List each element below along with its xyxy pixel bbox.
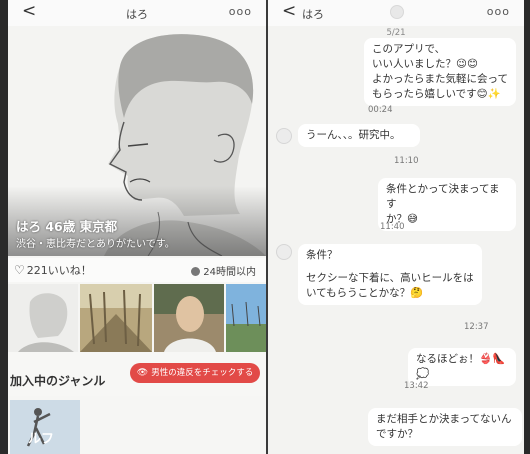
message-timestamp: 12:37: [464, 322, 489, 332]
chat-screen: < はろ ooo 5/21 このアプリで、 いい人いました？😉😊 よかったらまた…: [268, 0, 524, 454]
more-dots-icon[interactable]: ooo: [229, 5, 252, 18]
photo-thumbnails: [8, 284, 266, 352]
genre-label: ルフ: [28, 432, 55, 447]
message-line: うーん、、。研究中。: [306, 129, 401, 141]
thumbnail-sketch[interactable]: [8, 284, 78, 352]
more-dots-icon[interactable]: ooo: [487, 5, 510, 18]
thumbnail-image: [226, 284, 266, 352]
chat-date: 5/21: [386, 28, 406, 38]
genre-section-title: 加入中のジャンル: [10, 374, 106, 388]
profile-stats: ♡ 221いいね！ 24時間以内: [8, 258, 266, 282]
thumbnail-image: [80, 284, 152, 352]
status-dot-icon: [191, 267, 201, 276]
heart-icon: ♡: [14, 263, 25, 277]
message-bubble-sent[interactable]: このアプリで、 いい人いました？😉😊 よかったらまた気軽に会って もらったら嬉し…: [364, 38, 516, 106]
check-violations-button[interactable]: 👁 男性の違反をチェックする: [130, 363, 260, 383]
message-line: まだ相手とか決まってないん: [376, 413, 512, 425]
message-line: このアプリで、: [372, 43, 446, 55]
online-status: 24時間以内: [191, 263, 256, 278]
thumbnail-image: [8, 284, 78, 352]
likes-count: ♡ 221いいね！: [14, 262, 92, 278]
avatar[interactable]: [276, 244, 292, 260]
message-line: なるほどぉ！👙👠💭: [416, 353, 506, 380]
nav-title: はろ: [302, 8, 324, 21]
thumbnail-portrait[interactable]: [154, 284, 224, 352]
message-line: 条件とかって決まってます: [386, 183, 500, 210]
online-label: 24時間以内: [203, 267, 256, 278]
phone-bezel-left: [0, 0, 8, 454]
message-line-blank: [306, 263, 474, 271]
message-timestamp: 11:10: [394, 156, 419, 166]
message-bubble-received[interactable]: 条件？ セクシーな下着に、高いヒールをは いてもらうことかな？🤔: [298, 244, 482, 305]
message-bubble-received[interactable]: うーん、、。研究中。: [298, 124, 420, 147]
likes-label: 221いいね！: [26, 264, 92, 277]
message-line: 条件？: [306, 249, 338, 261]
eye-icon: 👁: [136, 368, 149, 378]
check-button-label: 男性の違反をチェックする: [151, 368, 254, 378]
message-timestamp: 11:40: [380, 222, 405, 232]
message-line: よかったらまた気軽に会って: [372, 73, 508, 85]
thumbnail-street[interactable]: [80, 284, 152, 352]
message-timestamp: 00:24: [368, 105, 393, 115]
profile-name-age-location: はろ 46歳 東京都: [16, 219, 118, 234]
avatar[interactable]: [276, 128, 292, 144]
thumbnail-image: [154, 284, 224, 352]
phone-bezel-right: [524, 0, 530, 454]
genre-section: 加入中のジャンル 👁 男性の違反をチェックする: [8, 352, 266, 396]
avatar[interactable]: [390, 5, 404, 19]
thumbnail-field[interactable]: [226, 284, 266, 352]
message-line: もらったら嬉しいです😊✨: [372, 88, 501, 100]
message-timestamp: 13:42: [404, 381, 429, 391]
back-icon[interactable]: <: [282, 1, 296, 21]
profile-bio: 渋谷・恵比寿だとありがたいです。: [16, 239, 175, 250]
profile-screen: < はろ ooo はろ 46歳 東京都 渋谷・恵比寿だとありがたいです。 ♡ 22…: [8, 0, 266, 454]
message-line: いい人いました？😉😊: [372, 58, 478, 70]
message-bubble-received[interactable]: まだ相手とか決まってないん ですか？: [368, 408, 522, 446]
genre-tile-golf[interactable]: ルフ: [10, 400, 80, 454]
chat-navbar: < はろ ooo: [268, 0, 524, 26]
profile-navbar: < はろ ooo: [8, 0, 266, 26]
message-line: いてもらうことかな？🤔: [306, 287, 424, 299]
message-line: ですか？: [376, 428, 418, 440]
message-line: セクシーな下着に、高いヒールをは: [306, 272, 474, 284]
nav-title: はろ: [126, 8, 148, 21]
